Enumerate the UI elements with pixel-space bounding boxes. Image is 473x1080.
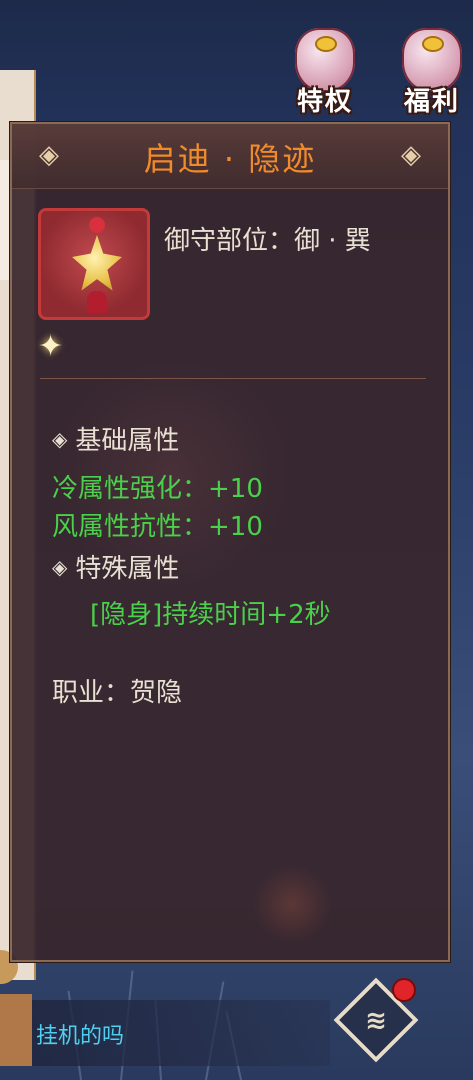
privilege-label: 特权: [296, 87, 353, 117]
chat-message: 挂机的吗: [36, 1024, 125, 1049]
basic-attributes-label: 基础属性: [75, 426, 180, 456]
menu-glyph-icon: ≋: [365, 1006, 387, 1036]
panel-watermark-bag: [252, 864, 332, 944]
stat-line: 冷属性强化：+10: [52, 474, 263, 504]
chat-avatar: [0, 994, 32, 1066]
charm-knot: [89, 217, 105, 233]
charm-tassel: [87, 291, 107, 313]
equip-slot-text: 御守部位：御 · 巽: [164, 226, 371, 256]
diamond-bullet-icon: ◈: [52, 555, 68, 579]
stat-line: 风属性抗性：+10: [52, 512, 263, 542]
welfare-button[interactable]: 福利: [392, 20, 472, 120]
basic-attributes-heading: ◈ 基础属性: [52, 420, 179, 457]
welfare-label: 福利: [403, 87, 460, 117]
chat-bar[interactable]: 挂机的吗: [0, 994, 330, 1066]
diamond-bullet-icon: ◈: [52, 427, 68, 451]
ornament-right-icon: ◈: [401, 140, 421, 170]
profession-text: 职业：贺隐: [52, 678, 183, 708]
special-attributes-heading: ◈ 特殊属性: [52, 548, 179, 585]
notification-dot-icon: [394, 980, 414, 1000]
sparkle-icon: ✦: [38, 329, 64, 364]
item-icon: [38, 208, 150, 320]
special-effect-text: [隐身]持续时间+2秒: [90, 600, 331, 630]
item-tooltip-panel: ◈ 启迪 · 隐迹 ◈ 御守部位：御 · 巽 ✦ ◈ 基础属性 冷属性强化：+10…: [10, 122, 450, 962]
tooltip-title-bar: ◈ 启迪 · 隐迹 ◈: [12, 124, 448, 189]
item-title: 启迪 · 隐迹: [143, 140, 317, 178]
special-attributes-label: 特殊属性: [75, 554, 180, 584]
privilege-button[interactable]: 特权: [285, 20, 365, 120]
divider: [40, 378, 426, 379]
main-menu-button[interactable]: ≋: [333, 977, 424, 1066]
charm-icon: [72, 235, 122, 291]
